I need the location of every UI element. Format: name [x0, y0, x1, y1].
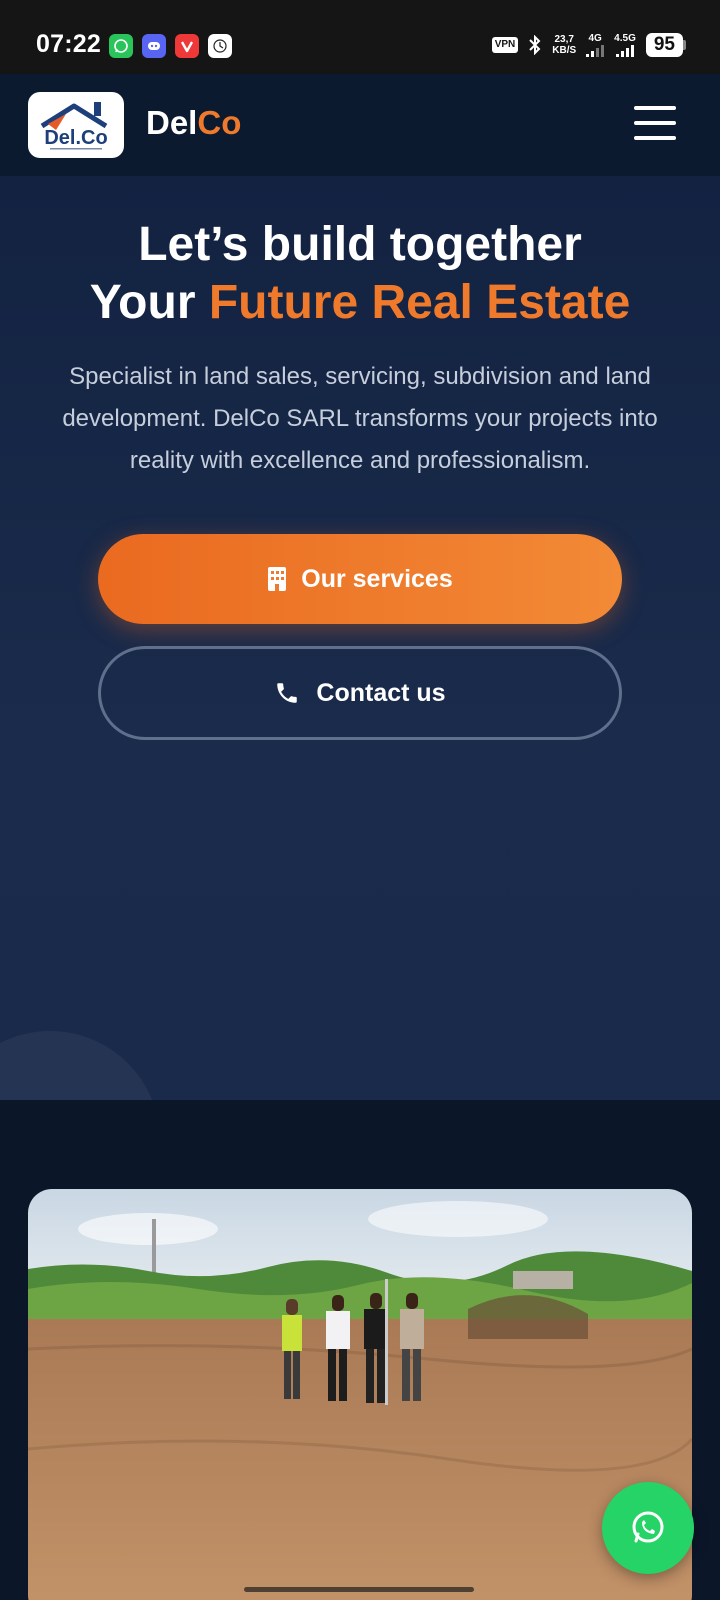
brand-name-part2: Co — [197, 104, 242, 141]
hero-title-line2: Your Future Real Estate — [89, 276, 631, 329]
our-services-button[interactable]: Our services — [98, 534, 622, 624]
contact-us-label: Contact us — [316, 678, 446, 707]
hero-title-accent: Future Real Estate — [208, 276, 631, 329]
hero-subtitle: Specialist in land sales, servicing, sub… — [62, 363, 658, 474]
network-speed: 23,7 KB/S — [552, 34, 577, 56]
status-time: 07:22 — [36, 30, 101, 58]
our-services-label: Our services — [301, 564, 453, 593]
whatsapp-icon — [109, 34, 133, 58]
site-logo[interactable]: Del.Co — [28, 92, 124, 158]
signal-45g: 4.5G — [614, 33, 636, 57]
clock-icon — [208, 34, 232, 58]
signal-bars-icon — [586, 44, 605, 57]
building-icon — [268, 567, 287, 591]
menu-line — [634, 106, 676, 110]
battery-indicator: 95 — [645, 33, 686, 57]
whatsapp-icon — [632, 1511, 664, 1543]
hero-section: Let’s build together Your Future Real Es… — [0, 176, 720, 1100]
vpn-badge: VPN — [491, 37, 519, 53]
site-header: Del.Co DelCo — [0, 74, 720, 176]
whatsapp-chat-button[interactable] — [602, 1482, 694, 1574]
phone-icon — [277, 683, 298, 703]
brand-name[interactable]: DelCo — [146, 104, 241, 142]
land-survey-photo — [28, 1189, 692, 1600]
vivaldi-icon — [175, 34, 199, 58]
status-bar: 07:22 VPN 23,7 KB/S 4G 4.5G 95 — [0, 0, 720, 74]
bluetooth-icon — [529, 35, 541, 55]
svg-text:Del.Co: Del.Co — [44, 127, 107, 149]
hero-title-line1: Let’s build together — [138, 218, 582, 271]
battery-tip — [683, 40, 686, 50]
signal-4g: 4G — [586, 33, 605, 57]
menu-line — [634, 121, 676, 125]
discord-icon — [142, 34, 166, 58]
decorative-circle — [0, 1031, 160, 1100]
contact-us-button[interactable]: Contact us — [98, 646, 622, 740]
gesture-home-bar[interactable] — [244, 1587, 474, 1592]
logo-house-icon: Del.Co — [40, 102, 108, 150]
status-indicators: VPN 23,7 KB/S 4G 4.5G 95 — [491, 33, 686, 57]
hero-title: Let’s build together Your Future Real Es… — [0, 216, 720, 332]
hamburger-menu-button[interactable] — [634, 106, 678, 140]
menu-line — [634, 136, 676, 140]
survey-team-image — [28, 1189, 692, 1600]
signal-bars-icon — [616, 44, 635, 57]
brand-name-part1: Del — [146, 104, 198, 141]
status-app-icons — [109, 34, 232, 58]
